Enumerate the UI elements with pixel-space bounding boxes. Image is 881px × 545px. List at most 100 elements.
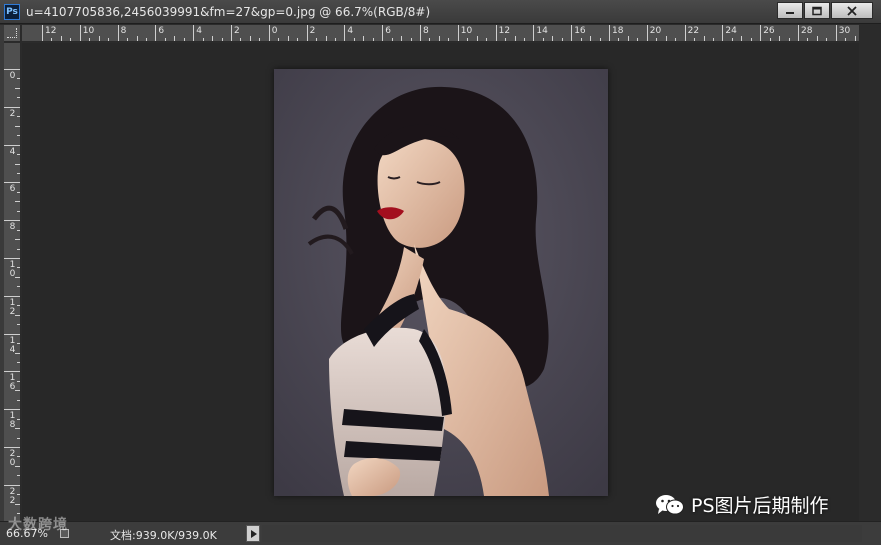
ruler-major-tick xyxy=(4,106,20,108)
horizontal-ruler[interactable]: 12 10 8 6 4 2 0 2 4 6 8 10 12 14 16 18 20 22 24 26 28 30 xyxy=(22,25,859,42)
document-title-bar[interactable]: Ps u=4107705836,2456039991&fm=27&gp=0.jp… xyxy=(0,0,881,24)
ruler-minor-tick xyxy=(731,38,733,41)
ruler-minor-tick xyxy=(854,36,856,41)
ruler-minor-tick xyxy=(240,38,242,41)
document-canvas[interactable] xyxy=(22,43,859,521)
ruler-minor-tick xyxy=(750,38,752,41)
ruler-minor-tick xyxy=(15,239,20,241)
ruler-minor-tick xyxy=(249,36,251,41)
ruler-major-tick xyxy=(684,25,686,41)
ruler-minor-tick xyxy=(17,172,20,174)
minimize-icon xyxy=(786,11,794,14)
ruler-minor-tick xyxy=(17,343,20,345)
watermark-right-text: PS图片后期制作 xyxy=(691,495,829,517)
ruler-minor-tick xyxy=(712,38,714,41)
ruler-label: 22 xyxy=(687,26,700,36)
ruler-major-tick xyxy=(4,144,20,146)
ruler-minor-tick xyxy=(17,399,20,401)
ruler-minor-tick xyxy=(17,78,20,80)
ruler-major-tick xyxy=(4,333,20,335)
horizontal-scrollbar[interactable] xyxy=(262,525,862,542)
ruler-major-tick xyxy=(646,25,648,41)
ruler-major-tick xyxy=(4,447,20,448)
ruler-major-tick xyxy=(835,25,837,41)
close-button[interactable] xyxy=(831,2,873,19)
ruler-minor-tick xyxy=(826,38,828,41)
ruler-label: 0 xyxy=(271,26,278,36)
ruler-label: 4 xyxy=(347,26,354,36)
ruler-minor-tick xyxy=(363,36,365,41)
ruler-minor-tick xyxy=(108,38,110,41)
ruler-minor-tick xyxy=(98,36,100,41)
ruler-major-tick xyxy=(117,25,119,41)
ruler-minor-tick xyxy=(17,210,20,212)
ruler-minor-tick xyxy=(17,475,20,477)
ruler-major-tick xyxy=(533,25,535,41)
ruler-major-tick xyxy=(571,25,573,41)
ruler-minor-tick xyxy=(703,36,705,41)
document-image xyxy=(274,69,608,496)
ruler-minor-tick xyxy=(542,38,544,41)
ruler-major-tick xyxy=(4,409,20,411)
ruler-major-tick xyxy=(344,25,346,41)
ruler-minor-tick xyxy=(164,38,166,41)
ruler-major-tick xyxy=(268,25,270,41)
ruler-minor-tick xyxy=(17,191,20,193)
ruler-minor-tick xyxy=(17,380,20,382)
ruler-major-tick xyxy=(306,25,308,41)
ruler-minor-tick xyxy=(391,38,393,41)
ruler-major-tick xyxy=(4,69,20,70)
ruler-label: 30 xyxy=(838,26,851,36)
ruler-minor-tick xyxy=(17,361,20,363)
ruler-major-tick xyxy=(4,182,20,184)
ruler-major-tick xyxy=(722,25,724,41)
vertical-ruler[interactable]: 0246810121416182022 xyxy=(4,43,21,521)
ruler-minor-tick xyxy=(769,38,771,41)
watermark-left-text: 大数跨境 xyxy=(8,517,68,533)
ruler-minor-tick xyxy=(51,38,53,41)
ruler-minor-tick xyxy=(429,38,431,41)
ruler-origin-corner[interactable] xyxy=(4,25,21,42)
ruler-minor-tick xyxy=(17,229,20,231)
ruler-minor-tick xyxy=(221,38,223,41)
ruler-minor-tick xyxy=(297,38,299,41)
ruler-minor-tick xyxy=(202,38,204,41)
ruler-minor-tick xyxy=(15,87,20,89)
ruler-minor-tick xyxy=(136,36,138,41)
minimize-button[interactable] xyxy=(777,2,803,19)
ruler-minor-tick xyxy=(15,201,20,203)
ruler-label: 14 xyxy=(536,26,548,36)
ruler-minor-tick xyxy=(174,36,176,41)
ruler-minor-tick xyxy=(476,36,478,41)
ruler-minor-tick xyxy=(15,390,20,392)
ruler-label: 4 xyxy=(196,26,202,36)
ruler-major-tick xyxy=(4,484,20,486)
ruler-minor-tick xyxy=(779,36,781,41)
ruler-major-tick xyxy=(4,220,20,222)
maximize-button[interactable] xyxy=(804,2,830,19)
ruler-label: 26 xyxy=(763,26,775,36)
ruler-label: 2 xyxy=(234,26,240,36)
status-menu-arrow[interactable] xyxy=(246,525,260,542)
ruler-minor-tick xyxy=(17,248,20,250)
ruler-label: 6 xyxy=(158,26,165,36)
ruler-label: 16 xyxy=(574,26,586,36)
ruler-label: 8 xyxy=(423,26,429,36)
ruler-major-tick xyxy=(155,25,157,41)
window-controls xyxy=(776,2,873,20)
ruler-major-tick xyxy=(4,258,20,259)
ruler-minor-tick xyxy=(15,125,20,127)
maximize-icon xyxy=(812,6,822,15)
ruler-label: 24 xyxy=(725,26,737,36)
ruler-major-tick xyxy=(420,25,421,41)
ruler-label: 20 xyxy=(649,26,662,36)
ruler-minor-tick xyxy=(788,38,790,41)
ruler-minor-tick xyxy=(401,36,403,41)
ruler-major-tick xyxy=(457,25,459,41)
ruler-minor-tick xyxy=(15,314,20,316)
ruler-minor-tick xyxy=(70,38,72,41)
ruler-minor-tick xyxy=(17,116,20,118)
ruler-minor-tick xyxy=(17,305,20,307)
watermark-right: PS图片后期制作 xyxy=(655,491,829,518)
ruler-minor-tick xyxy=(17,437,20,439)
